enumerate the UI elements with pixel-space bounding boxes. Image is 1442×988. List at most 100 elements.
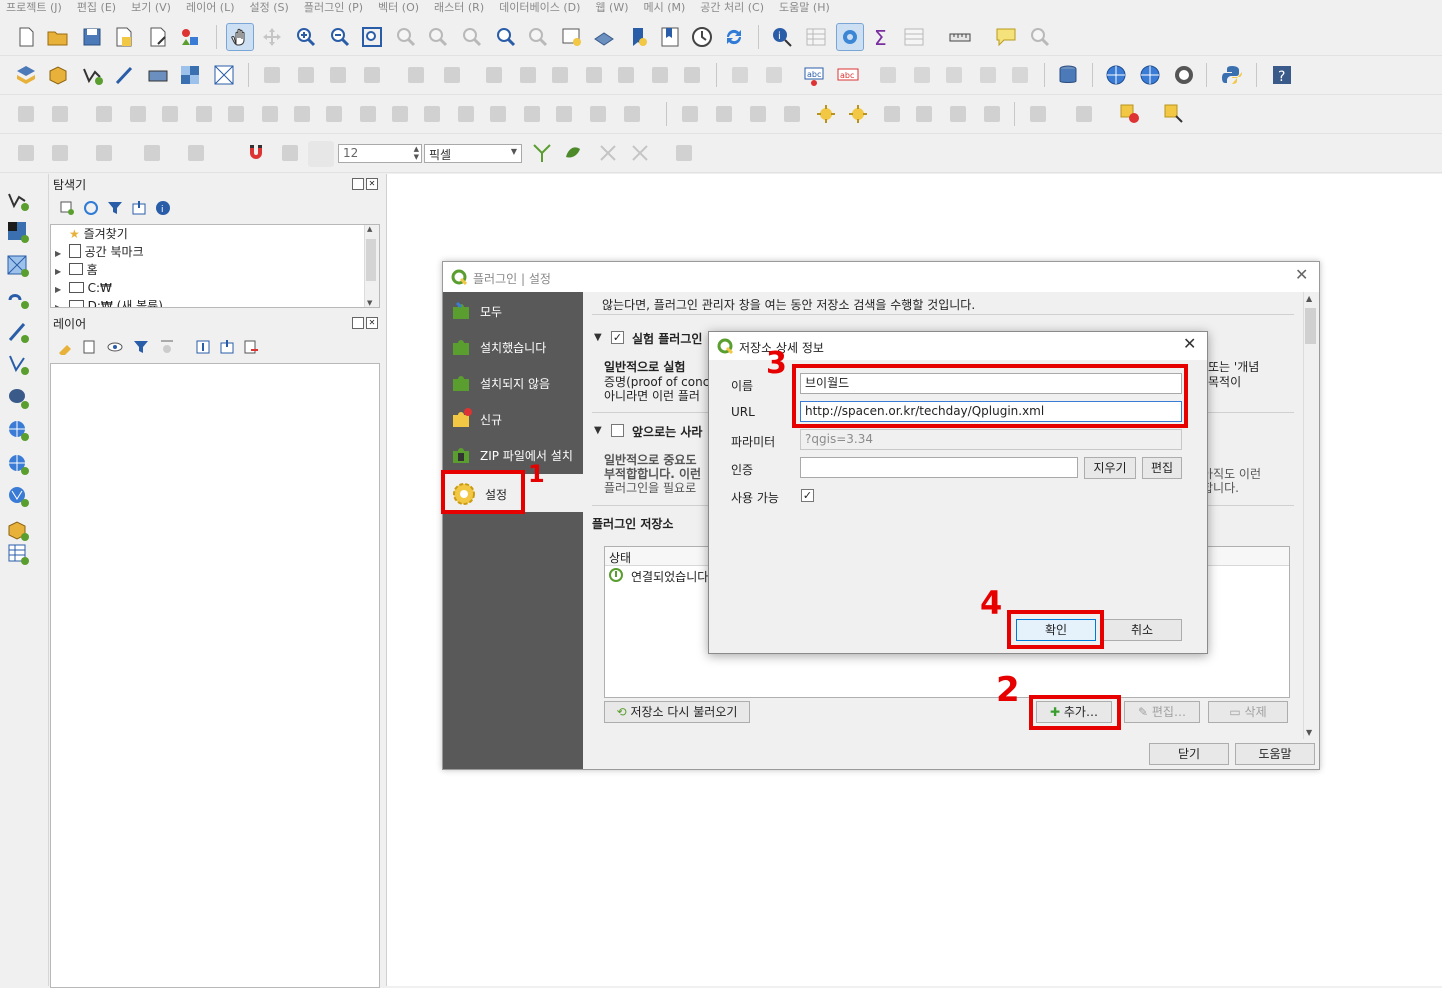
close-panel-icon[interactable]: ✕ [366,178,378,190]
new-3d-view-icon[interactable] [592,25,616,49]
menu-database[interactable]: 데이터베이스 (D) [499,0,580,15]
deselect-all-icon[interactable] [880,102,904,126]
sidebar-item-all[interactable]: 모두 [443,294,583,328]
open-attribute-table-icon[interactable] [804,25,828,49]
close-panel-icon[interactable]: ✕ [366,317,378,329]
layers-tree[interactable] [50,363,380,988]
snap-area-icon[interactable] [140,141,164,165]
delete-part-icon[interactable] [192,102,216,126]
help-button[interactable]: 도움말 [1235,743,1315,765]
cancel-button[interactable]: 취소 [1102,619,1182,641]
add-virtual-layer-icon[interactable] [6,352,30,376]
python-console-icon[interactable] [1220,63,1244,87]
menu-processing[interactable]: 공간 처리 (C) [700,0,764,15]
rectangle-icon[interactable] [746,102,770,126]
zoom-full-icon[interactable] [360,25,384,49]
change-label-icon[interactable] [1008,63,1032,87]
deselect-features-icon[interactable] [1118,102,1142,126]
map-tips-icon[interactable] [994,25,1018,49]
show-hide-labels-icon[interactable] [910,63,934,87]
merge-attributes-icon[interactable] [420,102,444,126]
current-edits-icon[interactable] [260,63,284,87]
menu-project[interactable]: 프로젝트 (J) [6,0,62,15]
add-wfs-icon[interactable] [1138,63,1162,87]
zoom-selection-icon[interactable] [394,25,418,49]
merge-features-icon[interactable] [388,102,412,126]
add-table-icon[interactable] [6,542,30,566]
offset-point-icon[interactable] [520,102,544,126]
menu-web[interactable]: 웹 (W) [595,0,628,15]
snap-topology-icon[interactable] [278,141,302,165]
field-calculator-icon[interactable] [946,102,970,126]
add-wcs-layer-icon[interactable] [6,452,30,476]
add-group-icon[interactable] [81,339,97,358]
tracing-icon[interactable] [628,141,652,165]
manage-visibility-icon[interactable] [107,339,123,358]
tree-item-home[interactable]: ▶ 홈 [55,261,98,279]
authentication-field[interactable] [800,457,1078,478]
properties-info-icon[interactable]: i [155,200,171,219]
repository-params-field[interactable]: ?qgis=3.34 [800,429,1182,450]
snap-self-icon[interactable] [562,141,586,165]
sidebar-item-new[interactable]: 신규 [443,402,583,436]
avoid-overlap-icon[interactable] [596,141,620,165]
pin-labels-icon[interactable] [876,63,900,87]
fill-ring-icon[interactable] [126,102,150,126]
digitize-tool-icon[interactable] [14,102,38,126]
zoom-in-icon[interactable] [294,25,318,49]
close-button[interactable]: 닫기 [1149,743,1229,765]
edit-auth-button[interactable]: 편집 [1142,457,1182,479]
tree-item-favorites[interactable]: ★ 즐겨찾기 [69,225,128,243]
zoom-out-icon[interactable] [328,25,352,49]
expand-arrow-icon[interactable]: ▶ [55,303,61,307]
select-by-rectangle-icon[interactable] [1026,102,1050,126]
add-postgis-icon[interactable] [6,386,30,410]
float-panel-icon[interactable] [352,178,364,190]
vworld-plugin-icon[interactable] [1172,63,1196,87]
help-contents-icon[interactable]: ? [1270,63,1294,87]
new-project-icon[interactable] [14,25,38,49]
add-delimited-text-icon[interactable] [112,63,136,87]
toggle-editing-icon[interactable] [294,63,318,87]
line-tool-icon[interactable] [552,102,576,126]
undo-icon[interactable] [648,63,672,87]
add-selected-layers-icon[interactable] [59,200,75,219]
add-ring-icon[interactable] [48,102,72,126]
delete-selected-icon[interactable] [516,63,540,87]
add-spatialite-layer-icon[interactable] [6,320,30,344]
rotate-label-icon[interactable] [976,63,1000,87]
new-layer-icon[interactable] [6,518,30,542]
reload-repositories-button[interactable]: ⟲ 저장소 다시 불러오기 [604,701,750,723]
select-features-icon[interactable] [814,102,838,126]
clear-auth-button[interactable]: 지우기 [1084,457,1136,479]
move-label-icon[interactable] [942,63,966,87]
tree-item-c-drive[interactable]: ▶ C:₩ [55,279,112,297]
locator-search-icon[interactable] [1028,25,1052,49]
digitize-line-icon[interactable] [360,63,384,87]
collapse-arrow-icon[interactable]: ▼ [594,332,602,343]
add-mesh-layer-icon[interactable] [6,254,30,278]
save-as-icon[interactable] [112,25,136,49]
tree-item-bookmarks[interactable]: ▶ 공간 북마크 [55,243,144,261]
add-vector-layer-icon[interactable] [80,63,104,87]
filter-legend-icon[interactable] [133,339,149,358]
filter-icon[interactable] [980,102,1004,126]
menu-help[interactable]: 도움말 (H) [779,0,830,15]
snapping-tolerance-stepper[interactable]: 12 ▲ ▼ [338,144,422,163]
expand-all-icon[interactable] [195,339,211,358]
expand-arrow-icon[interactable]: ▶ [55,285,61,294]
edit-repository-button[interactable]: ✎ 편집… [1124,701,1200,723]
copy-features-icon[interactable] [582,63,606,87]
delete-repository-button[interactable]: ▭ 삭제 [1208,701,1288,723]
highlight-labels-icon[interactable]: abc [836,63,860,87]
select-by-value-icon[interactable] [846,102,870,126]
diagram-properties-icon[interactable] [762,63,786,87]
experimental-checkbox[interactable]: ✓ [611,331,624,344]
close-icon[interactable]: ✕ [1295,265,1308,284]
print-layout-icon[interactable] [146,25,170,49]
style-manager-icon[interactable] [178,25,202,49]
show-bookmarks-icon[interactable] [658,25,682,49]
snap-layer-icon[interactable] [14,141,38,165]
statistics-sigma-icon[interactable]: Σ [870,25,894,50]
snap-vertex-icon[interactable] [48,141,72,165]
